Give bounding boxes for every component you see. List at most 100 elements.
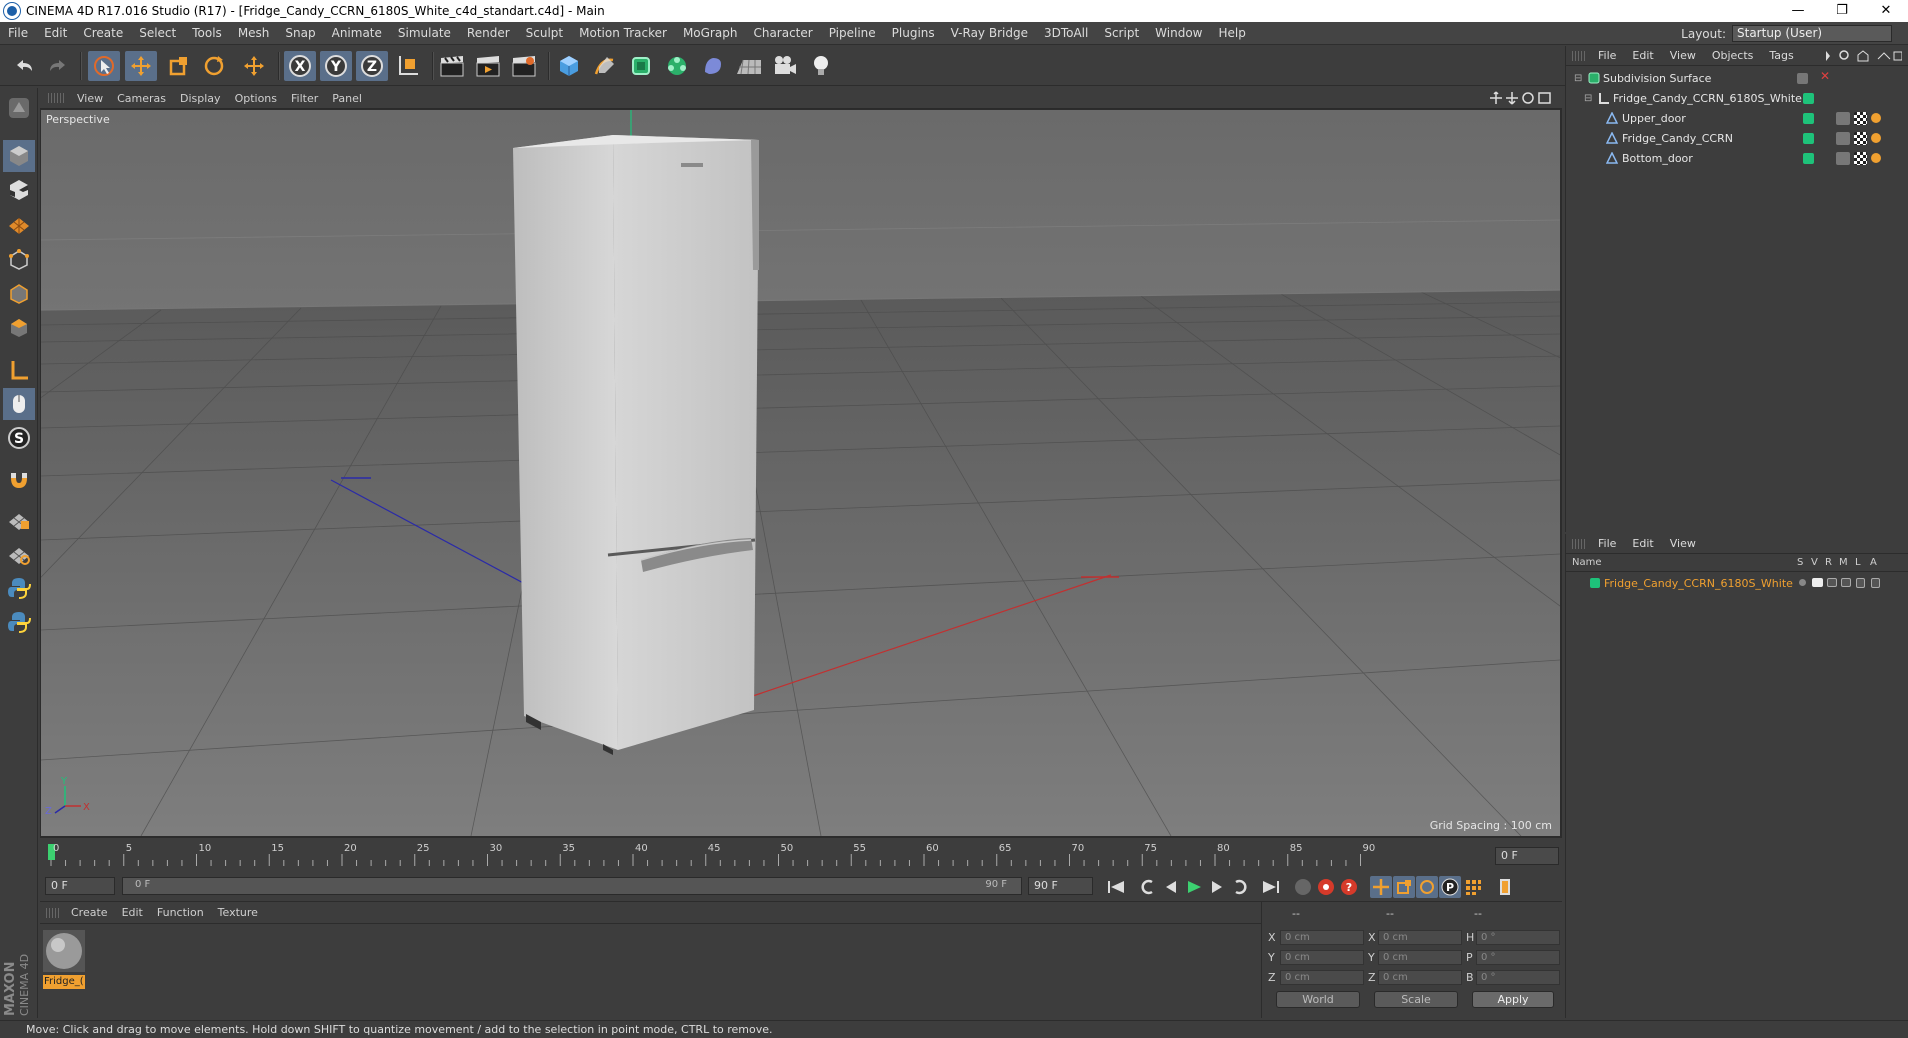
snap-toggle-button[interactable]: S <box>3 422 35 454</box>
texture-tag-icon[interactable] <box>1854 112 1867 125</box>
viewport-canvas[interactable]: Y Z X Perspective Grid Spacing : 100 cm <box>41 110 1560 836</box>
start-frame-field[interactable]: 0 F <box>45 877 115 895</box>
preview-range-slider[interactable]: 0 F 90 F <box>122 877 1022 895</box>
add-floor-button[interactable] <box>733 51 765 81</box>
layer-row[interactable]: Fridge_Candy_CCRN_6180S_White <box>1566 574 1908 592</box>
position-y-field[interactable]: 0 cm <box>1280 950 1364 965</box>
material-menu-edit[interactable]: Edit <box>115 906 150 919</box>
menu-snap[interactable]: Snap <box>277 26 323 40</box>
viewport-menu-panel[interactable]: Panel <box>325 92 369 105</box>
menu-create[interactable]: Create <box>75 26 131 40</box>
orbit-icon[interactable] <box>1522 92 1534 104</box>
move-tool-button[interactable] <box>125 51 157 81</box>
object-name[interactable]: Fridge_Candy_CCRN_6180S_White <box>1613 92 1802 105</box>
checkmark-icon[interactable] <box>1797 73 1808 84</box>
coordinate-system-button[interactable] <box>392 51 424 81</box>
menu-file[interactable]: File <box>0 26 36 40</box>
layout-dropdown[interactable]: Startup (User) <box>1732 25 1892 42</box>
go-to-start-button[interactable] <box>1105 876 1127 898</box>
column-render[interactable]: R <box>1825 557 1832 568</box>
add-light-button[interactable] <box>805 51 837 81</box>
position-x-field[interactable]: 0 cm <box>1280 930 1364 945</box>
x-axis-lock-button[interactable]: X <box>284 51 316 81</box>
restore-button[interactable]: ❐ <box>1820 0 1864 22</box>
menu-select[interactable]: Select <box>131 26 184 40</box>
menu-pipeline[interactable]: Pipeline <box>821 26 884 40</box>
workplane-mode-button[interactable] <box>3 208 35 240</box>
pan-icon[interactable] <box>1490 91 1502 104</box>
menu-sculpt[interactable]: Sculpt <box>518 26 571 40</box>
tweak-mode-button[interactable] <box>3 388 35 420</box>
key-position-button[interactable] <box>1370 876 1392 898</box>
layermgr-menu-edit[interactable]: Edit <box>1624 537 1661 550</box>
menu-animate[interactable]: Animate <box>324 26 390 40</box>
solo-toggle-icon[interactable] <box>1799 579 1806 586</box>
undo-button[interactable] <box>8 51 40 81</box>
add-mograph-cloner-button[interactable] <box>661 51 693 81</box>
model-mode-button[interactable] <box>3 140 35 172</box>
add-camera-button[interactable] <box>769 51 801 81</box>
y-axis-lock-button[interactable]: Y <box>320 51 352 81</box>
layermgr-menu-view[interactable]: View <box>1662 537 1704 550</box>
render-picture-viewer-button[interactable] <box>472 51 504 81</box>
size-y-field[interactable]: 0 cm <box>1378 950 1462 965</box>
redo-button[interactable] <box>42 51 74 81</box>
add-subdivision-button[interactable] <box>625 51 657 81</box>
render-settings-button[interactable] <box>508 51 540 81</box>
object-row-fridge-main[interactable]: ⊟ Fridge_Candy_CCRN_6180S_White <box>1566 88 1908 108</box>
objmgr-menu-objects[interactable]: Objects <box>1704 49 1762 62</box>
previous-key-button[interactable] <box>1137 876 1159 898</box>
edges-mode-button[interactable] <box>3 278 35 310</box>
object-name[interactable]: Bottom_door <box>1622 152 1693 165</box>
viewport-menu-cameras[interactable]: Cameras <box>110 92 173 105</box>
add-deformer-button[interactable] <box>697 51 729 81</box>
layer-name[interactable]: Fridge_Candy_CCRN_6180S_White <box>1604 577 1793 590</box>
timeline-window-button[interactable] <box>1494 876 1516 898</box>
planar-workplane-button[interactable] <box>3 538 35 570</box>
key-pla-button[interactable] <box>1462 876 1484 898</box>
add-cube-button[interactable] <box>553 51 585 81</box>
column-locked[interactable]: L <box>1855 557 1861 568</box>
viewport-menu-view[interactable]: View <box>70 92 110 105</box>
z-axis-lock-button[interactable]: Z <box>356 51 388 81</box>
up-icon[interactable] <box>1877 52 1891 60</box>
column-animation[interactable]: A <box>1870 557 1877 568</box>
record-button[interactable] <box>1315 876 1337 898</box>
object-name[interactable]: Upper_door <box>1622 112 1686 125</box>
material-swatch[interactable]: Fridge_( <box>43 930 85 989</box>
play-button[interactable] <box>1183 876 1205 898</box>
viewport-menu-filter[interactable]: Filter <box>284 92 325 105</box>
material-tag-icon[interactable] <box>1836 112 1850 125</box>
maximize-view-icon[interactable] <box>1538 92 1551 104</box>
close-button[interactable]: ✕ <box>1864 0 1908 22</box>
fridge-model[interactable] <box>513 135 759 755</box>
objmgr-menu-file[interactable]: File <box>1590 49 1624 62</box>
lock-toggle-icon[interactable] <box>1856 578 1865 588</box>
menu-mesh[interactable]: Mesh <box>230 26 278 40</box>
render-toggle-icon[interactable] <box>1827 578 1837 587</box>
layer-color-tag[interactable] <box>1803 153 1814 164</box>
material-tag-icon[interactable] <box>1836 132 1850 145</box>
texture-tag-icon[interactable] <box>1854 132 1867 145</box>
object-name[interactable]: Subdivision Surface <box>1603 72 1711 85</box>
material-tag-icon[interactable] <box>1836 152 1850 165</box>
menu-vray-bridge[interactable]: V-Ray Bridge <box>943 26 1036 40</box>
expand-arrow-icon[interactable] <box>1826 51 1830 61</box>
go-to-end-button[interactable] <box>1260 876 1282 898</box>
menu-edit[interactable]: Edit <box>36 26 75 40</box>
key-scale-button[interactable] <box>1393 876 1415 898</box>
layer-color-swatch[interactable] <box>1590 578 1600 588</box>
menu-3dtoall[interactable]: 3DToAll <box>1036 26 1096 40</box>
visible-eye-icon[interactable] <box>1812 578 1823 587</box>
python-script-button-2[interactable] <box>3 606 35 638</box>
manager-toggle-icon[interactable] <box>1841 578 1851 587</box>
menu-tools[interactable]: Tools <box>184 26 230 40</box>
live-selection-button[interactable] <box>88 51 120 81</box>
texture-tag-icon[interactable] <box>1854 152 1867 165</box>
viewport-menu-options[interactable]: Options <box>228 92 284 105</box>
object-name[interactable]: Fridge_Candy_CCRN <box>1622 132 1733 145</box>
material-menu-create[interactable]: Create <box>64 906 115 919</box>
phong-tag-icon[interactable] <box>1871 133 1881 143</box>
timeline-ruler[interactable]: 0 5 10 15 20 25 30 35 40 45 50 55 60 65 … <box>40 840 1562 872</box>
menu-plugins[interactable]: Plugins <box>884 26 943 40</box>
